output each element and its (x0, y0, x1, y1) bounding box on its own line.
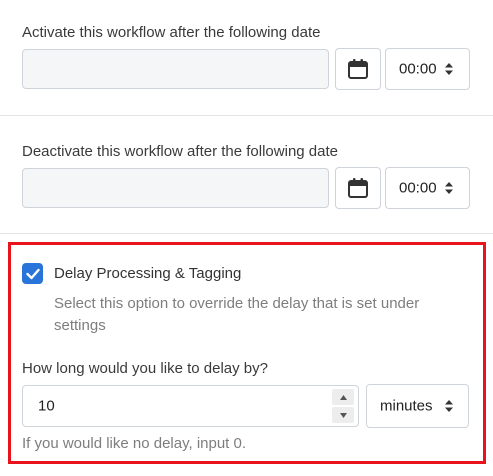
delay-unit-select[interactable]: minutes (366, 384, 469, 428)
activate-label: Activate this workflow after the followi… (22, 24, 321, 41)
deactivate-calendar-button[interactable] (335, 167, 381, 209)
delay-unit-value: minutes (380, 397, 433, 415)
delay-question-label: How long would you like to delay by? (22, 360, 268, 377)
sort-icon (445, 182, 453, 194)
activate-time-value: 00:00 (399, 60, 437, 78)
sort-icon (445, 63, 453, 75)
spin-down-button[interactable] (332, 407, 354, 423)
caret-up-icon (339, 394, 347, 400)
caret-down-icon (339, 412, 347, 418)
delay-amount-input[interactable]: 10 (22, 385, 359, 427)
check-icon (25, 268, 40, 279)
calendar-icon (348, 59, 368, 79)
deactivate-date-input[interactable] (22, 168, 329, 208)
spin-up-button[interactable] (332, 389, 354, 405)
delay-bottom-help: If you would like no delay, input 0. (22, 435, 247, 452)
section-divider (0, 233, 493, 234)
section-divider (0, 115, 493, 116)
number-spinner (332, 389, 354, 423)
activate-date-input[interactable] (22, 49, 329, 89)
deactivate-time-select[interactable]: 00:00 (385, 167, 470, 209)
delay-help-text: Select this option to override the delay… (54, 295, 420, 334)
calendar-icon (348, 178, 368, 198)
activate-time-select[interactable]: 00:00 (385, 48, 470, 90)
deactivate-time-value: 00:00 (399, 179, 437, 197)
workflow-schedule-panel: Activate this workflow after the followi… (0, 0, 493, 476)
delay-checkbox[interactable] (22, 263, 43, 284)
delay-checkbox-label[interactable]: Delay Processing & Tagging (54, 265, 241, 282)
delay-amount-value: 10 (38, 397, 55, 415)
sort-icon (445, 400, 453, 412)
deactivate-label: Deactivate this workflow after the follo… (22, 143, 338, 160)
activate-calendar-button[interactable] (335, 48, 381, 90)
